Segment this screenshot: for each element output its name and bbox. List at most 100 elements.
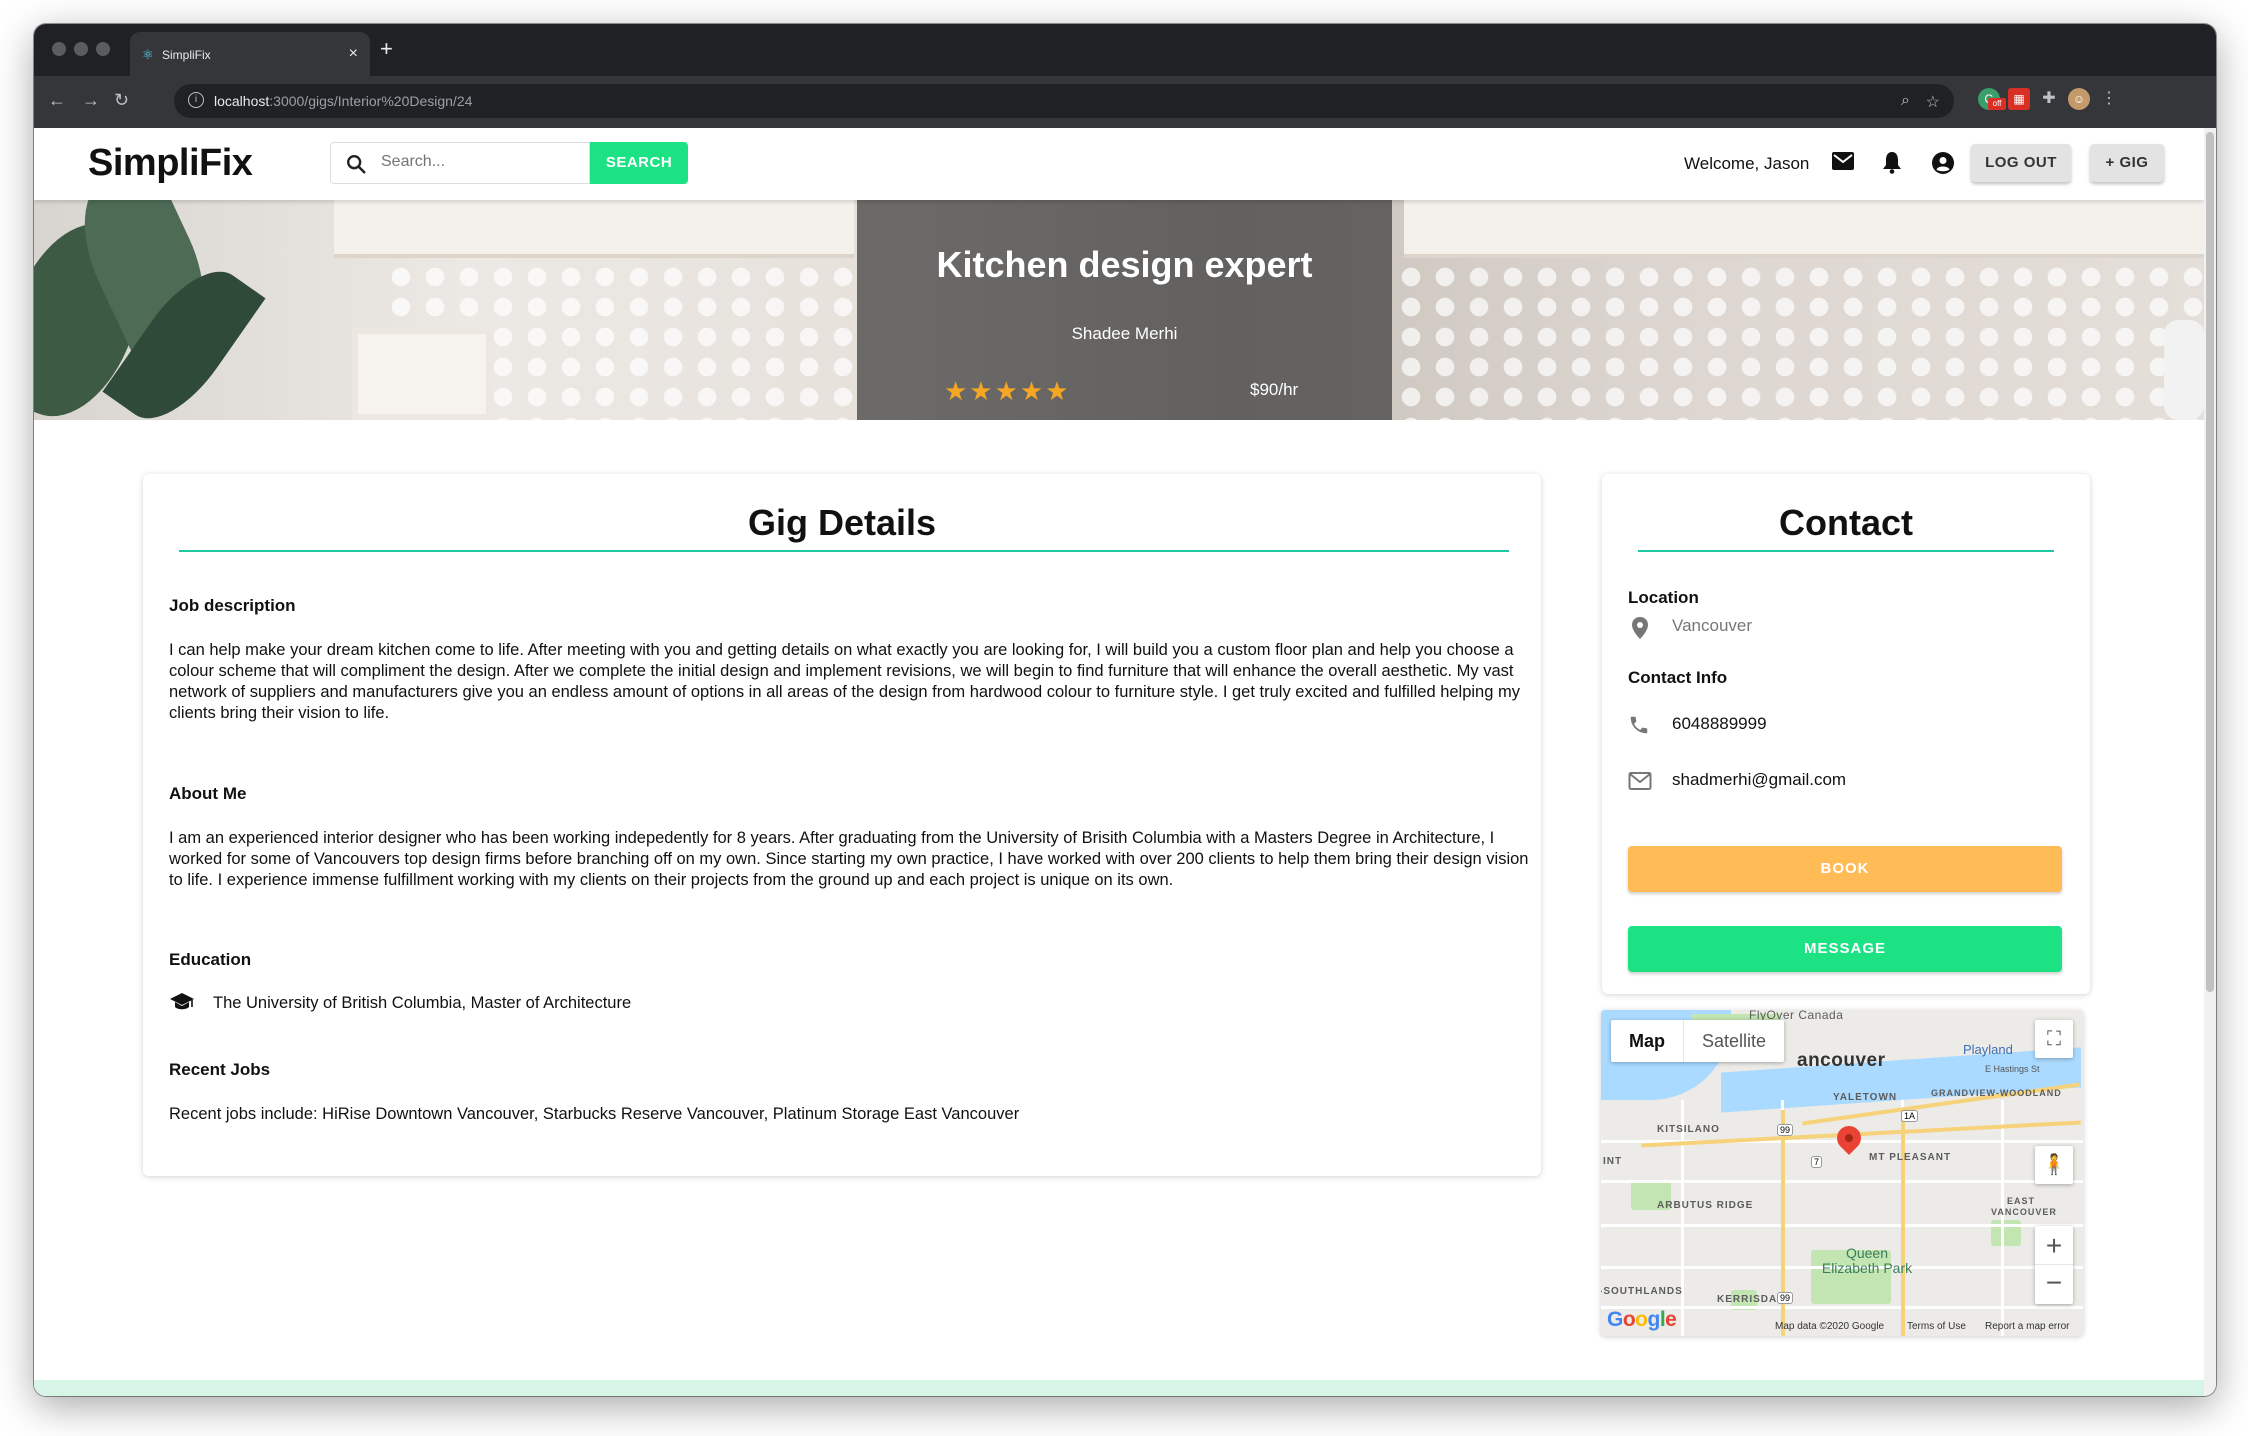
hero-picture-frame — [352, 328, 492, 420]
reload-icon[interactable]: ↻ — [114, 90, 129, 111]
search-button[interactable]: SEARCH — [590, 142, 688, 184]
hero-cabinet-left — [334, 200, 854, 258]
contact-info-label: Contact Info — [1628, 668, 1728, 687]
app-navbar: SimpliFix SEARCH Welcome, Jason — [34, 128, 2204, 200]
minimize-window-icon[interactable] — [74, 42, 88, 56]
browser-toolbar: ← → ↻ i localhost:3000/gigs/Interior%20D… — [34, 76, 2216, 128]
about-me-text: I am an experienced interior designer wh… — [169, 829, 1529, 889]
street-view-pegman-icon[interactable]: 🧍 — [2035, 1146, 2073, 1184]
map-zoom-control: + − — [2035, 1226, 2073, 1304]
logout-button[interactable]: LOG OUT — [1971, 144, 2071, 182]
hero-mixer — [2164, 320, 2204, 420]
gig-artist-name[interactable]: Shadee Merhi — [857, 324, 1392, 344]
about-me-label: About Me — [169, 784, 247, 803]
gig-details-card: Gig Details Job description I can help m… — [143, 474, 1541, 1176]
book-button[interactable]: BOOK — [1628, 846, 2062, 892]
scrollbar-thumb[interactable] — [2206, 132, 2214, 992]
highway-shield: 99 — [1777, 1124, 1794, 1136]
map-attribution: Map data ©2020 Google — [1775, 1321, 1885, 1332]
account-circle-icon[interactable] — [1932, 152, 1954, 174]
map-label: Playland — [1963, 1042, 2013, 1057]
tab-title: SimpliFix — [162, 48, 211, 62]
hero-tile-right — [1394, 262, 2204, 420]
job-description-label: Job description — [169, 596, 296, 615]
map-terms-link[interactable]: Terms of Use — [1907, 1321, 1966, 1332]
page-scrollbar[interactable] — [2204, 128, 2216, 1396]
map-type-map-tab[interactable]: Map — [1611, 1020, 1683, 1062]
contact-card: Contact Location Vancouver Contact Info … — [1602, 474, 2090, 994]
react-favicon-icon: ⚛ — [142, 47, 154, 62]
map-zoom-out-button[interactable]: − — [2035, 1265, 2073, 1304]
recent-jobs-text: Recent jobs include: HiRise Downtown Van… — [169, 1105, 1020, 1123]
map-fullscreen-icon[interactable]: ⛶ — [2035, 1020, 2073, 1058]
phone-icon — [1630, 716, 1648, 734]
map-label: KITSILANO — [1657, 1124, 1720, 1135]
extensions-puzzle-icon[interactable]: ✚ — [2038, 88, 2060, 110]
zoom-window-icon[interactable] — [96, 42, 110, 56]
location-text: Vancouver — [1672, 616, 1753, 635]
map-marker-pin-icon[interactable] — [1832, 1121, 1866, 1155]
map-zoom-in-button[interactable]: + — [2035, 1226, 2073, 1265]
map-type-satellite-tab[interactable]: Satellite — [1683, 1020, 1784, 1062]
phone-number[interactable]: 6048889999 — [1672, 714, 1767, 734]
message-button[interactable]: MESSAGE — [1628, 926, 2062, 972]
extension-off-badge: off — [1988, 98, 2006, 110]
bookmark-star-icon[interactable]: ☆ — [1926, 92, 1940, 112]
map-label: GRANDVIEW-WOODLAND — [1931, 1088, 2062, 1098]
address-bar[interactable]: i localhost:3000/gigs/Interior%20Design/… — [174, 84, 1954, 118]
browser-menu-icon[interactable]: ⋮ — [2098, 88, 2120, 110]
mail-icon[interactable] — [1832, 152, 1854, 170]
map-label: EAST VANCOUVER — [1991, 1196, 2057, 1217]
highway-shield: 1A — [1901, 1110, 1919, 1122]
map-road — [2001, 1100, 2004, 1336]
map-road — [1601, 1180, 2083, 1183]
email-address[interactable]: shadmerhi@gmail.com — [1672, 770, 1846, 790]
browser-tab[interactable]: ⚛ SimpliFix × — [130, 32, 370, 76]
gig-details-title: Gig Details — [747, 502, 937, 543]
app-logo[interactable]: SimpliFix — [88, 142, 253, 185]
map-road — [1601, 1224, 2083, 1227]
add-gig-button[interactable]: + GIG — [2090, 144, 2164, 182]
map-type-toggle: Map Satellite — [1611, 1020, 1785, 1062]
map-road — [1681, 1100, 1684, 1336]
search-input[interactable] — [381, 153, 581, 171]
close-window-icon[interactable] — [52, 42, 66, 56]
page-footer — [34, 1380, 2204, 1396]
job-description-text: I can help make your dream kitchen come … — [169, 641, 1520, 722]
google-logo: Google — [1607, 1308, 1677, 1331]
url-path: :3000/gigs/Interior%20Design/24 — [269, 93, 473, 109]
browser-tabstrip: ⚛ SimpliFix × + — [34, 24, 2216, 76]
gig-title: Kitchen design expert — [936, 244, 1313, 285]
search-field[interactable] — [330, 142, 590, 184]
map-label: INT — [1603, 1156, 1623, 1167]
map-label: -SOUTHLANDS — [1601, 1286, 1683, 1297]
hourly-rate: $90/hr — [1250, 380, 1299, 399]
contact-divider — [1638, 550, 2054, 552]
page-viewport: SimpliFix SEARCH Welcome, Jason — [34, 128, 2204, 1396]
location-label: Location — [1628, 588, 1699, 607]
url-text: localhost:3000/gigs/Interior%20Design/24 — [214, 93, 472, 109]
notifications-bell-icon[interactable] — [1882, 150, 1902, 174]
map-label: E Hastings St — [1985, 1064, 2040, 1074]
highway-shield: 7 — [1811, 1156, 1823, 1168]
hero-cabinet-right — [1404, 200, 2204, 258]
welcome-text: Welcome, Jason — [1684, 154, 1810, 173]
back-arrow-icon[interactable]: ← — [48, 90, 66, 111]
tab-close-icon[interactable]: × — [349, 45, 358, 63]
hero-banner: Kitchen design expert Shadee Merhi ★★★★★… — [34, 200, 2204, 420]
location-map[interactable]: FlyOver Canada ancouver Playland E Hasti… — [1601, 1010, 2083, 1336]
highway-shield: 99 — [1777, 1292, 1794, 1304]
profile-avatar-icon[interactable]: ☺ — [2068, 88, 2090, 110]
site-info-icon[interactable]: i — [188, 92, 204, 108]
gig-details-divider — [179, 550, 1509, 552]
map-label: MT PLEASANT — [1869, 1152, 1952, 1163]
new-tab-button[interactable]: + — [380, 36, 393, 62]
graduation-cap-icon — [170, 993, 194, 1010]
map-label: ARBUTUS RIDGE — [1657, 1200, 1754, 1211]
extension-red-icon[interactable]: ▦ — [2008, 88, 2030, 110]
education-label: Education — [169, 950, 252, 969]
map-report-link[interactable]: Report a map error — [1985, 1321, 2069, 1332]
education-text: The University of British Columbia, Mast… — [213, 994, 632, 1012]
zoom-icon[interactable]: ⌕ — [1901, 92, 1910, 110]
forward-arrow-icon[interactable]: → — [82, 90, 100, 111]
